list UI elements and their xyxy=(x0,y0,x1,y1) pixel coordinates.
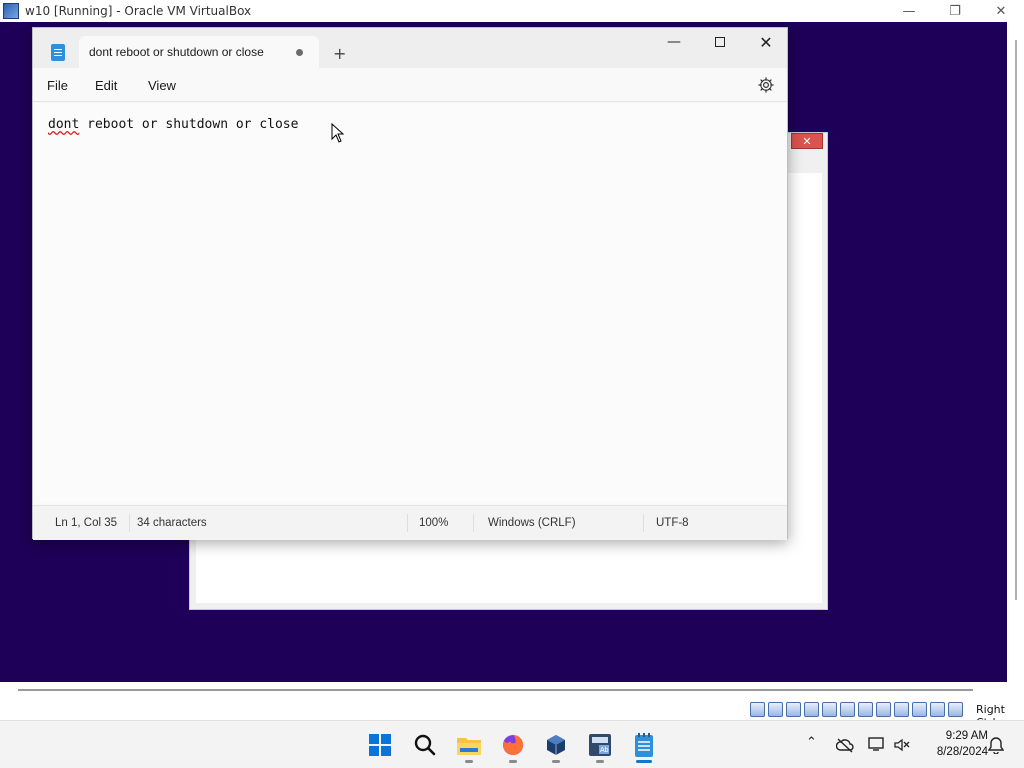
cloud-offline-icon[interactable] xyxy=(836,737,854,753)
svg-text:Ab: Ab xyxy=(600,747,609,754)
editor-text-rest: reboot or shutdown or close xyxy=(79,117,299,132)
running-indicator xyxy=(552,760,560,763)
speaker-muted-icon[interactable] xyxy=(894,738,910,752)
search-button[interactable] xyxy=(409,729,441,761)
status-cursor-position: Ln 1, Col 35 xyxy=(55,517,118,529)
notepad-close-button[interactable]: ✕ xyxy=(743,28,789,56)
network-icon[interactable] xyxy=(868,736,886,752)
chevron-up-icon[interactable]: ⌃ xyxy=(806,735,817,750)
notepad-status-bar: Ln 1, Col 35 34 characters 100% Windows … xyxy=(33,505,787,540)
minimize-icon[interactable]: — xyxy=(886,0,932,22)
hard-disk-icon[interactable] xyxy=(750,702,765,717)
menu-edit[interactable]: Edit xyxy=(95,78,117,93)
active-indicator xyxy=(636,760,652,763)
system-clock[interactable]: 9:29 AM 8/28/2024 xyxy=(918,728,988,760)
running-indicator xyxy=(509,760,517,763)
notepad-taskbar-button[interactable] xyxy=(628,729,660,763)
floppy-icon[interactable] xyxy=(786,702,801,717)
vertical-scrollbar-thumb[interactable] xyxy=(1015,40,1017,600)
windows-taskbar: Ab ⌃ 9:29 AM 8/28/2024 xyxy=(0,720,1024,768)
display-icon[interactable] xyxy=(876,702,891,717)
notepad-tab[interactable]: dont reboot or shutdown or close xyxy=(79,36,319,68)
maximize-icon xyxy=(715,37,725,47)
notepad-text-editor[interactable]: dont reboot or shutdown or close xyxy=(33,103,787,503)
start-icon xyxy=(369,734,391,756)
notepad-window[interactable]: dont reboot or shutdown or close + — ✕ F… xyxy=(32,27,788,540)
search-icon xyxy=(414,734,436,756)
status-separator xyxy=(129,514,130,532)
status-separator xyxy=(643,514,644,532)
status-zoom[interactable]: 100% xyxy=(419,517,448,529)
clock-date: 8/28/2024 xyxy=(936,746,988,758)
usb-icon[interactable] xyxy=(840,702,855,717)
start-button[interactable] xyxy=(364,729,396,761)
notification-bell-icon[interactable] xyxy=(988,736,1004,754)
network-icon[interactable] xyxy=(822,702,837,717)
status-separator xyxy=(473,514,474,532)
firefox-button[interactable] xyxy=(497,729,529,763)
vertical-scrollbar[interactable] xyxy=(1007,22,1024,682)
virtualbox-window-controls: — ❐ ✕ xyxy=(886,0,1024,22)
notepad-menu-bar: File Edit View xyxy=(33,68,787,102)
virtualbox-titlebar: w10 [Running] - Oracle VM VirtualBox — ❐… xyxy=(0,0,1024,22)
mouse-pointer-icon xyxy=(331,123,345,143)
virtualbox-icon xyxy=(547,735,565,755)
menu-file[interactable]: File xyxy=(47,78,68,93)
virtualbox-status-bar: Right Ctrl xyxy=(0,698,1024,729)
notepad-icon xyxy=(635,733,653,757)
misspelled-word[interactable]: dont xyxy=(48,117,79,132)
notepad-minimize-button[interactable]: — xyxy=(651,28,697,56)
notepad-app-icon xyxy=(51,44,65,61)
keyboard-capture-icon[interactable] xyxy=(948,702,963,717)
status-separator xyxy=(407,514,408,532)
close-icon[interactable]: ✕ xyxy=(978,0,1024,22)
calculator-app-icon: Ab xyxy=(589,734,611,756)
horizontal-scrollbar-thumb[interactable] xyxy=(18,689,973,691)
status-line-endings[interactable]: Windows (CRLF) xyxy=(488,517,576,529)
notepad-tab-title: dont reboot or shutdown or close xyxy=(89,45,264,59)
status-character-count: 34 characters xyxy=(137,517,207,529)
restore-icon[interactable]: ❐ xyxy=(932,0,978,22)
editor-text: dont reboot or shutdown or close xyxy=(48,117,298,132)
unsaved-indicator-icon[interactable] xyxy=(296,49,303,56)
virtualbox-app-icon xyxy=(3,3,19,19)
clock-time: 9:29 AM xyxy=(945,730,988,742)
notepad-tab-bar: dont reboot or shutdown or close + — ✕ xyxy=(33,28,787,68)
virtualbox-window-title: w10 [Running] - Oracle VM VirtualBox xyxy=(25,4,252,18)
virtualbox-button[interactable] xyxy=(540,729,572,763)
status-encoding[interactable]: UTF-8 xyxy=(656,517,689,529)
new-tab-button[interactable]: + xyxy=(333,44,346,63)
guest-desktop[interactable]: ✕ dont reboot or shutdown or close + — ✕… xyxy=(0,22,1007,682)
file-explorer-button[interactable] xyxy=(453,729,485,763)
file-explorer-icon xyxy=(457,738,481,755)
horizontal-scrollbar[interactable] xyxy=(0,682,1024,698)
audio-icon[interactable] xyxy=(804,702,819,717)
background-dialog-close-button[interactable]: ✕ xyxy=(791,133,823,149)
shared-folders-icon[interactable] xyxy=(858,702,873,717)
settings-gear-icon[interactable] xyxy=(757,76,775,94)
firefox-icon xyxy=(503,734,524,755)
notepad-maximize-button[interactable] xyxy=(697,28,743,56)
recording-icon[interactable] xyxy=(894,702,909,717)
menu-view[interactable]: View xyxy=(148,78,176,93)
virtualbox-device-icons xyxy=(750,702,963,717)
mouse-integration-icon[interactable] xyxy=(930,702,945,717)
optical-drive-icon[interactable] xyxy=(768,702,783,717)
running-indicator xyxy=(465,760,473,763)
running-indicator xyxy=(596,760,604,763)
cpu-icon[interactable] xyxy=(912,702,927,717)
calculator-app-button[interactable]: Ab xyxy=(584,729,616,763)
